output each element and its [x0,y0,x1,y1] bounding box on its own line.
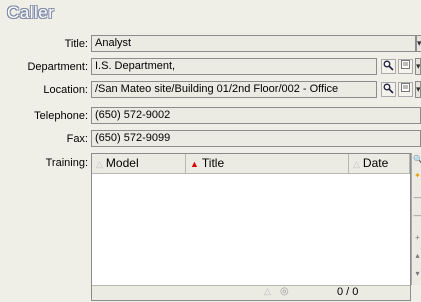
department-detail-icon[interactable] [398,59,413,74]
column-header-model[interactable]: △ Model [92,154,186,174]
toolbar-add-icon[interactable]: + [413,233,421,243]
training-label: Training: [45,157,88,169]
location-field[interactable]: /San Mateo site/Building 01/2nd Floor/00… [91,81,377,98]
fax-label: Fax: [66,133,88,145]
location-magnifier-icon[interactable] [381,82,396,97]
location-label: Location: [43,84,88,96]
sort-arrow-icon: △ [353,159,360,169]
column-label-title: Title [201,156,225,170]
sort-arrow-icon: △ [96,159,103,169]
toolbar-down-icon[interactable]: ▾ [413,269,421,279]
column-header-date[interactable]: △ Date [349,154,410,174]
telephone-label: Telephone: [34,110,88,122]
footer-binoculars-icon[interactable]: ◎ [280,286,289,297]
title-field[interactable]: Analyst [91,35,416,52]
footer-up-arrow-icon[interactable]: △ [264,286,271,297]
toolbar-edit-icon[interactable]: — [413,211,421,221]
location-detail-icon[interactable] [398,82,413,97]
location-dropdown-icon[interactable]: ▾ [415,81,421,98]
department-dropdown-icon[interactable]: ▾ [415,58,421,75]
toolbar-up-icon[interactable]: ▴ [413,251,421,261]
training-table[interactable]: △ Model ▲ Title △ Date △ ◎ 0 / 0 [91,153,411,301]
table-toolbar: 🔍 ✦ — — + ▴ ▾ [411,153,421,285]
title-dropdown-icon[interactable]: ▾ [416,35,421,52]
fax-field[interactable]: (650) 572-9099 [91,130,421,147]
section-title: Caller [7,3,55,22]
department-magnifier-icon[interactable] [381,59,396,74]
department-field[interactable]: I.S. Department, [91,58,377,75]
telephone-field[interactable]: (650) 572-9002 [91,107,421,124]
toolbar-search-icon[interactable]: 🔍 [413,155,421,165]
column-label-model: Model [105,156,139,170]
table-footer: △ ◎ 0 / 0 [92,285,410,300]
record-counter: 0 / 0 [337,286,359,298]
title-label: Title: [64,38,88,50]
column-header-title[interactable]: ▲ Title [186,154,349,174]
caller-panel: Caller Title: Analyst ▾ Department: I.S.… [0,0,421,302]
sort-arrow-active-icon: ▲ [190,159,199,169]
department-label: Department: [27,61,88,73]
toolbar-new-icon[interactable]: ✦ [413,171,421,181]
toolbar-delete-icon[interactable]: — [413,193,421,203]
column-label-date: Date [362,156,389,170]
